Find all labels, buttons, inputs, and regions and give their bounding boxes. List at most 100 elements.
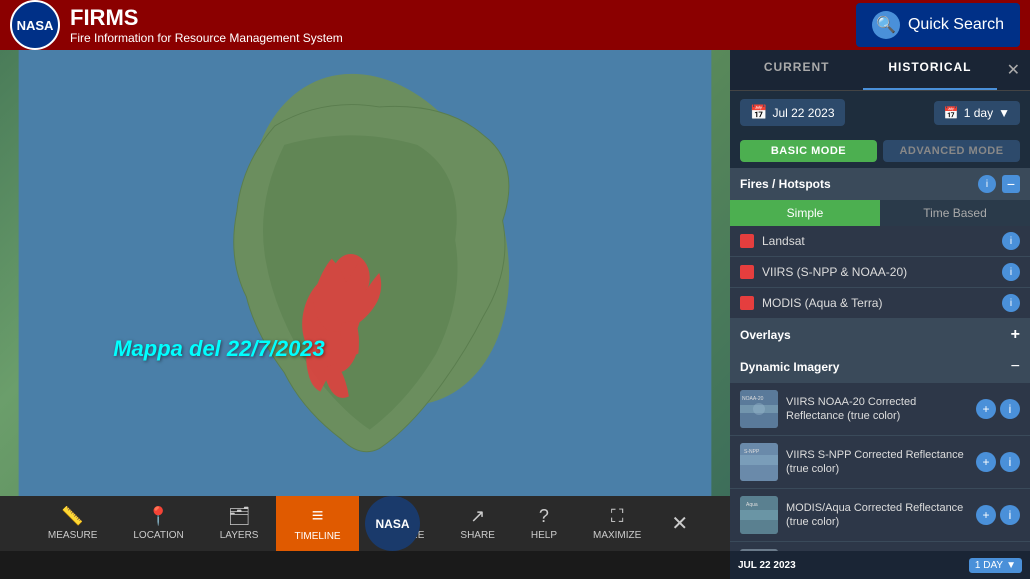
overlays-section[interactable]: Overlays + — [730, 319, 1030, 351]
timeline-label: TIMELINE — [294, 531, 340, 542]
fire-dot-viirs — [740, 265, 754, 279]
app-subtitle: Fire Information for Resource Management… — [70, 31, 343, 45]
measure-icon: 📏 — [61, 506, 83, 527]
right-duration-value: 1 DAY — [975, 560, 1003, 571]
toolbar: 📏 MEASURE 📍 LOCATION 🗂 LAYERS ≡ TIMELINE… — [0, 496, 730, 551]
app-name: FIRMS — [70, 5, 343, 31]
maximize-button[interactable]: ⛶ MAXIMIZE — [575, 496, 659, 551]
svg-text:NOAA-20: NOAA-20 — [742, 396, 764, 402]
tab-historical[interactable]: HISTORICAL — [863, 50, 996, 90]
location-icon: 📍 — [147, 506, 169, 527]
help-label: HELP — [531, 530, 557, 541]
location-label: LOCATION — [133, 530, 183, 541]
help-icon: ? — [539, 506, 549, 527]
map-date-label: Mappa del 22/7/2023 — [113, 336, 325, 362]
fire-subtab-timebased[interactable]: Time Based — [880, 200, 1030, 226]
location-button[interactable]: 📍 LOCATION — [115, 496, 201, 551]
modis-aqua-controls: + i — [976, 505, 1020, 525]
fire-label-viirs: VIIRS (S-NPP & NOAA-20) — [762, 265, 994, 279]
quick-search-label: Quick Search — [908, 16, 1004, 34]
layers-label: LAYERS — [220, 530, 259, 541]
date-row: 📅 Jul 22 2023 📅 1 day ▼ — [730, 91, 1030, 134]
imagery-item-modis-aqua: Aqua MODIS/Aqua Corrected Reflectance (t… — [730, 489, 1030, 542]
viirs-noaa20-controls: + i — [976, 399, 1020, 419]
calendar-icon: 📅 — [750, 104, 767, 121]
quick-search-button[interactable]: 🔍 Quick Search — [856, 3, 1020, 47]
right-timeline-duration[interactable]: 1 DAY ▼ — [969, 558, 1022, 573]
viirs-snpp-info-button[interactable]: i — [1000, 452, 1020, 472]
viirs-snpp-controls: + i — [976, 452, 1020, 472]
modis-aqua-info-button[interactable]: i — [1000, 505, 1020, 525]
fire-label-modis: MODIS (Aqua & Terra) — [762, 296, 994, 310]
modis-aqua-label: MODIS/Aqua Corrected Reflectance (true c… — [786, 501, 968, 530]
layers-button[interactable]: 🗂 LAYERS — [202, 496, 277, 551]
fire-label-landsat: Landsat — [762, 234, 994, 248]
timeline-button[interactable]: ≡ TIMELINE — [276, 496, 358, 551]
measure-button[interactable]: 📏 MEASURE — [30, 496, 115, 551]
chevron-down-icon: ▼ — [998, 106, 1010, 120]
duration-picker[interactable]: 📅 1 day ▼ — [934, 101, 1020, 125]
fire-subtab-simple[interactable]: Simple — [730, 200, 880, 226]
viirs-noaa20-add-button[interactable]: + — [976, 399, 996, 419]
viirs-noaa20-info-button[interactable]: i — [1000, 399, 1020, 419]
advanced-mode-button[interactable]: ADVANCED MODE — [883, 140, 1020, 162]
modis-info-button[interactable]: i — [1002, 294, 1020, 312]
svg-text:Aqua: Aqua — [746, 502, 758, 508]
fires-collapse-button[interactable]: − — [1002, 175, 1020, 193]
layers-icon: 🗂 — [228, 506, 251, 527]
right-chevron-icon: ▼ — [1006, 560, 1016, 571]
landsat-info-button[interactable]: i — [1002, 232, 1020, 250]
fire-dot-modis — [740, 296, 754, 310]
overlays-title: Overlays — [740, 328, 791, 342]
dynamic-imagery-collapse[interactable]: − — [1011, 358, 1020, 376]
mode-row: BASIC MODE ADVANCED MODE — [730, 134, 1030, 168]
selected-date: Jul 22 2023 — [772, 106, 834, 120]
fire-item-viirs: VIIRS (S-NPP & NOAA-20) i — [730, 257, 1030, 288]
maximize-label: MAXIMIZE — [593, 530, 641, 541]
nasa-logo: NASA — [10, 0, 60, 50]
maximize-icon: ⛶ — [611, 506, 624, 527]
share-button[interactable]: ↗ SHARE — [442, 496, 512, 551]
map-container[interactable]: Mappa del 22/7/2023 — [0, 50, 730, 496]
nasa-logo-text: NASA — [17, 18, 54, 33]
nasa-logo-bottom: NASA — [365, 496, 420, 551]
measure-label: MEASURE — [48, 530, 97, 541]
fires-controls: i − — [978, 175, 1020, 193]
panel-close-button[interactable]: ✕ — [997, 50, 1030, 90]
share-icon: ↗ — [470, 506, 485, 527]
fires-info-button[interactable]: i — [978, 175, 996, 193]
viirs-snpp-label: VIIRS S-NPP Corrected Reflectance (true … — [786, 448, 968, 477]
fire-item-modis: MODIS (Aqua & Terra) i — [730, 288, 1030, 319]
app-header: NASA FIRMS Fire Information for Resource… — [0, 0, 1030, 50]
imagery-item-viirs-noaa20: NOAA-20 VIIRS NOAA-20 Corrected Reflecta… — [730, 383, 1030, 436]
fires-section-title: Fires / Hotspots — [740, 177, 978, 191]
dynamic-imagery-section[interactable]: Dynamic Imagery − — [730, 351, 1030, 383]
fires-section-header[interactable]: Fires / Hotspots i − — [730, 168, 1030, 200]
viirs-info-button[interactable]: i — [1002, 263, 1020, 281]
modis-aqua-add-button[interactable]: + — [976, 505, 996, 525]
tab-current[interactable]: CURRENT — [730, 50, 863, 90]
fire-dot-landsat — [740, 234, 754, 248]
date-picker[interactable]: 📅 Jul 22 2023 — [740, 99, 845, 126]
header-title: FIRMS Fire Information for Resource Mana… — [70, 5, 343, 45]
nasa-logo-bottom-text: NASA — [375, 517, 409, 531]
viirs-noaa20-thumb: NOAA-20 — [740, 390, 778, 428]
close-toolbar-button[interactable]: ✕ — [659, 511, 700, 536]
overlays-plus-icon[interactable]: + — [1011, 326, 1020, 344]
search-icon: 🔍 — [872, 11, 900, 39]
viirs-noaa20-label: VIIRS NOAA-20 Corrected Reflectance (tru… — [786, 395, 968, 424]
map-background: Mappa del 22/7/2023 — [0, 50, 730, 496]
basic-mode-button[interactable]: BASIC MODE — [740, 140, 877, 162]
right-panel: CURRENT HISTORICAL ✕ 📅 Jul 22 2023 📅 1 d… — [730, 50, 1030, 579]
help-button[interactable]: ? HELP — [513, 496, 575, 551]
timeline-icon: ≡ — [312, 505, 324, 528]
fire-subtabs: Simple Time Based — [730, 200, 1030, 226]
duration-value: 1 day — [964, 106, 993, 120]
share-label: SHARE — [460, 530, 494, 541]
right-timeline-label: JUL 22 2023 — [738, 560, 796, 571]
modis-aqua-thumb: Aqua — [740, 496, 778, 534]
dynamic-imagery-title: Dynamic Imagery — [740, 360, 1011, 374]
duration-icon: 📅 — [944, 106, 959, 120]
viirs-snpp-add-button[interactable]: + — [976, 452, 996, 472]
island-map — [0, 50, 730, 496]
